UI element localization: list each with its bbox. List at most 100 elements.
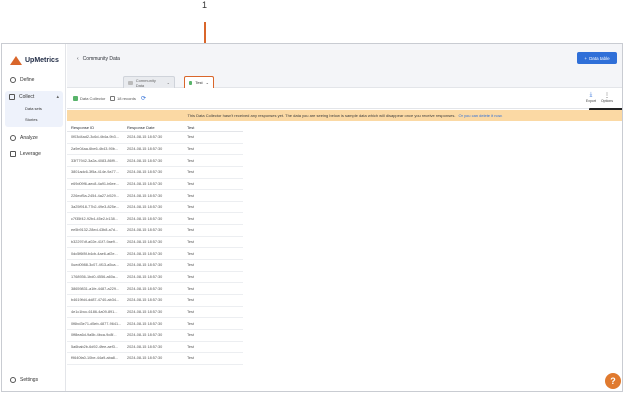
table-row[interactable]: 226ecf5a-2454-4a27-b529... 2024-08-15 18:…	[67, 190, 243, 202]
export-label: Export	[585, 99, 596, 103]
test-cell: Test	[187, 321, 194, 326]
table-row[interactable]: 33f77942-3a2a-4083-86f9... 2024-08-15 18:…	[67, 155, 243, 167]
main-content: ‹ Community Data + Data table Community …	[67, 44, 622, 391]
gear-icon	[10, 377, 16, 383]
column-header-response-date[interactable]: Response Date	[125, 125, 185, 130]
response-date-cell: 2024-08-15 18:57:30	[127, 135, 163, 140]
response-date-cell: 2024-08-15 18:57:30	[127, 158, 163, 163]
chevron-down-icon: ⌄	[166, 80, 170, 85]
options-button[interactable]: ⋮ Options	[601, 92, 613, 103]
table-row[interactable]: f9640fa0-10be-44a9-aba8... 2024-08-15 18:…	[67, 353, 243, 365]
clipboard-icon	[9, 94, 15, 100]
delete-link[interactable]: Or you can delete it now.	[458, 113, 502, 118]
form-dropdown[interactable]: Test ⌄	[184, 76, 214, 88]
chevron-left-icon[interactable]: ‹	[77, 56, 79, 62]
response-id-cell: ee5b9132-28ed-43b8-a7d...	[71, 228, 119, 233]
refresh-icon[interactable]: ⟳	[141, 95, 146, 102]
table-row[interactable]: 3a25f918-77b2-49e3-825e... 2024-08-15 18:…	[67, 202, 243, 214]
table-row[interactable]: c7f35f42-92b4-45e2-b138... 2024-08-15 18:…	[67, 213, 243, 226]
data-collector-tab[interactable]: Data Collector	[73, 96, 105, 101]
response-date-cell: 2024-08-15 18:57:30	[127, 309, 163, 314]
test-cell: Test	[187, 135, 194, 140]
sidebar-item-analyze[interactable]: Analyze	[6, 132, 62, 144]
response-id-cell: 0f03d4ad2-3c6d-4b4a-9b3...	[71, 135, 119, 140]
app-window: UpMetrics Define Collect ▴ Data sets Sto…	[1, 43, 623, 392]
response-date-cell: 2024-08-15 18:57:30	[127, 356, 163, 361]
response-date-cell: 2024-08-15 18:57:30	[127, 344, 163, 349]
response-id-cell: 2a9e04aa-6be6-4b43-90b...	[71, 146, 119, 151]
table-row[interactable]: 3801adc6-3f5a-414e-9a77... 2024-08-15 18:…	[67, 167, 243, 179]
response-id-cell: 0ued0988-3c07-4f13-a5ca...	[71, 263, 119, 268]
response-id-cell: b32297df-a02e-41f7-9ae9...	[71, 240, 119, 245]
table-row[interactable]: 0ued0988-3c07-4f13-a5ca... 2024-08-15 18:…	[67, 260, 243, 272]
table-row[interactable]: 0dc5f6f8f-b4cb-4ae6-af2e... 2024-08-15 18…	[67, 248, 243, 261]
responses-table: Response ID Response Date Test 0f03d4ad2…	[67, 123, 243, 365]
table-body: 0f03d4ad2-3c6d-4b4a-9b3... 2024-08-15 18:…	[67, 132, 243, 365]
response-date-cell: 2024-08-15 18:57:30	[127, 251, 163, 256]
collector-icon	[128, 80, 133, 85]
table-row[interactable]: 0f6bd3e71-d5eb-4877-9641... 2024-08-15 18…	[67, 318, 243, 330]
response-id-cell: 4e1c1bcc-6186-4a09-891...	[71, 309, 118, 314]
column-header-response-id[interactable]: Response ID	[67, 125, 125, 130]
column-header-test[interactable]: Test	[185, 125, 243, 130]
response-date-cell: 2024-08-15 18:57:30	[127, 228, 163, 233]
chevron-up-icon[interactable]: ▴	[56, 94, 59, 100]
response-date-cell: 2024-08-15 18:57:30	[127, 240, 163, 245]
table-row[interactable]: 1768936-1bd0-4556-a60a... 2024-08-15 18:5…	[67, 272, 243, 284]
response-id-cell: 33f77942-3a2a-4083-86f9...	[71, 158, 119, 163]
table-row[interactable]: b4619fd4-dd87-4740-ab34... 2024-08-15 18:…	[67, 295, 243, 307]
test-cell: Test	[187, 216, 194, 221]
form-dropdown-value: Test	[195, 80, 203, 85]
test-cell: Test	[187, 333, 194, 338]
sidebar-item-settings[interactable]: Settings	[10, 377, 38, 383]
sidebar-subitem-stories[interactable]: Stories	[25, 117, 37, 122]
test-cell: Test	[187, 181, 194, 186]
response-id-cell: c7f35f42-92b4-45e2-b138...	[71, 216, 118, 221]
table-row[interactable]: 2a9e04aa-6be6-4b43-90b... 2024-08-15 18:5…	[67, 144, 243, 156]
response-date-cell: 2024-08-15 18:57:30	[127, 205, 163, 210]
response-date-cell: 2024-08-15 18:57:30	[127, 275, 163, 279]
response-id-cell: e69d09f6-aec8-4a91-b6ee...	[71, 181, 119, 186]
brand-logo[interactable]: UpMetrics	[10, 56, 59, 65]
table-row[interactable]: 0ff8ea6d-9a5b-4bca-9c8f... 2024-08-15 18:…	[67, 330, 243, 342]
help-button[interactable]: ?	[605, 373, 621, 389]
response-id-cell: 0dc5f6f8f-b4cb-4ae6-af2e...	[71, 251, 118, 256]
response-date-cell: 2024-08-15 18:57:30	[127, 286, 163, 291]
response-date-cell: 2024-08-15 18:57:30	[127, 333, 163, 338]
banner-text: This Data Collector hasn't received any …	[187, 113, 456, 118]
sidebar-section-collect: Collect ▴ Data sets Stories	[5, 91, 63, 127]
table-row[interactable]: ee5b9132-28ed-43b8-a7d... 2024-08-15 18:5…	[67, 225, 243, 237]
response-date-cell: 2024-08-15 18:57:30	[127, 193, 163, 198]
sidebar-item-define[interactable]: Define	[6, 74, 62, 86]
annotation-number: 1	[202, 0, 208, 10]
test-cell: Test	[187, 193, 194, 198]
test-cell: Test	[187, 309, 194, 314]
table-row[interactable]: b32297df-a02e-41f7-9ae9... 2024-08-15 18:…	[67, 237, 243, 249]
sidebar-subitem-data-sets[interactable]: Data sets	[25, 106, 42, 111]
screenshot-stage: 1 UpMetrics Define Collect ▴ Data sets S…	[0, 0, 624, 393]
response-date-cell: 2024-08-15 18:57:30	[127, 170, 163, 175]
download-icon: ⤓	[589, 92, 593, 98]
table-row[interactable]: 38659831-a1fe-4487-a229... 2024-08-15 18:…	[67, 283, 243, 295]
chevron-down-icon: ⌄	[205, 80, 209, 85]
table-row[interactable]: 0f03d4ad2-3c6d-4b4a-9b3... 2024-08-15 18:…	[67, 132, 243, 144]
logo-icon	[10, 56, 22, 65]
table-toolbar: Data Collector 18 records ⟳ ⤓ Export ⋮ O…	[67, 89, 622, 114]
response-id-cell: 1768936-1bd0-4556-a60a...	[71, 275, 119, 279]
data-collector-label: Data Collector	[80, 96, 106, 101]
table-header: Response ID Response Date Test	[67, 123, 243, 132]
sidebar-item-leverage[interactable]: Leverage	[6, 148, 62, 160]
collector-dropdown-value: Community Data	[135, 77, 156, 88]
table-row[interactable]: 4e1c1bcc-6186-4a09-891... 2024-08-15 18:5…	[67, 307, 243, 319]
sidebar-item-collect[interactable]: Collect	[9, 94, 34, 100]
test-cell: Test	[187, 275, 194, 279]
collector-dropdown[interactable]: Community Data ⌄	[123, 76, 175, 88]
sidebar-item-label: Analyze	[20, 135, 38, 141]
more-vertical-icon: ⋮	[603, 93, 610, 99]
data-table-button[interactable]: + Data table	[577, 52, 617, 64]
export-button[interactable]: ⤓ Export	[586, 92, 596, 103]
response-id-cell: 3a25f918-77b2-49e3-825e...	[71, 205, 120, 210]
test-cell: Test	[187, 251, 194, 256]
table-row[interactable]: 5a6bab2b-6d92-4fee-aef3... 2024-08-15 18:…	[67, 342, 243, 354]
table-row[interactable]: e69d09f6-aec8-4a91-b6ee... 2024-08-15 18:…	[67, 179, 243, 191]
